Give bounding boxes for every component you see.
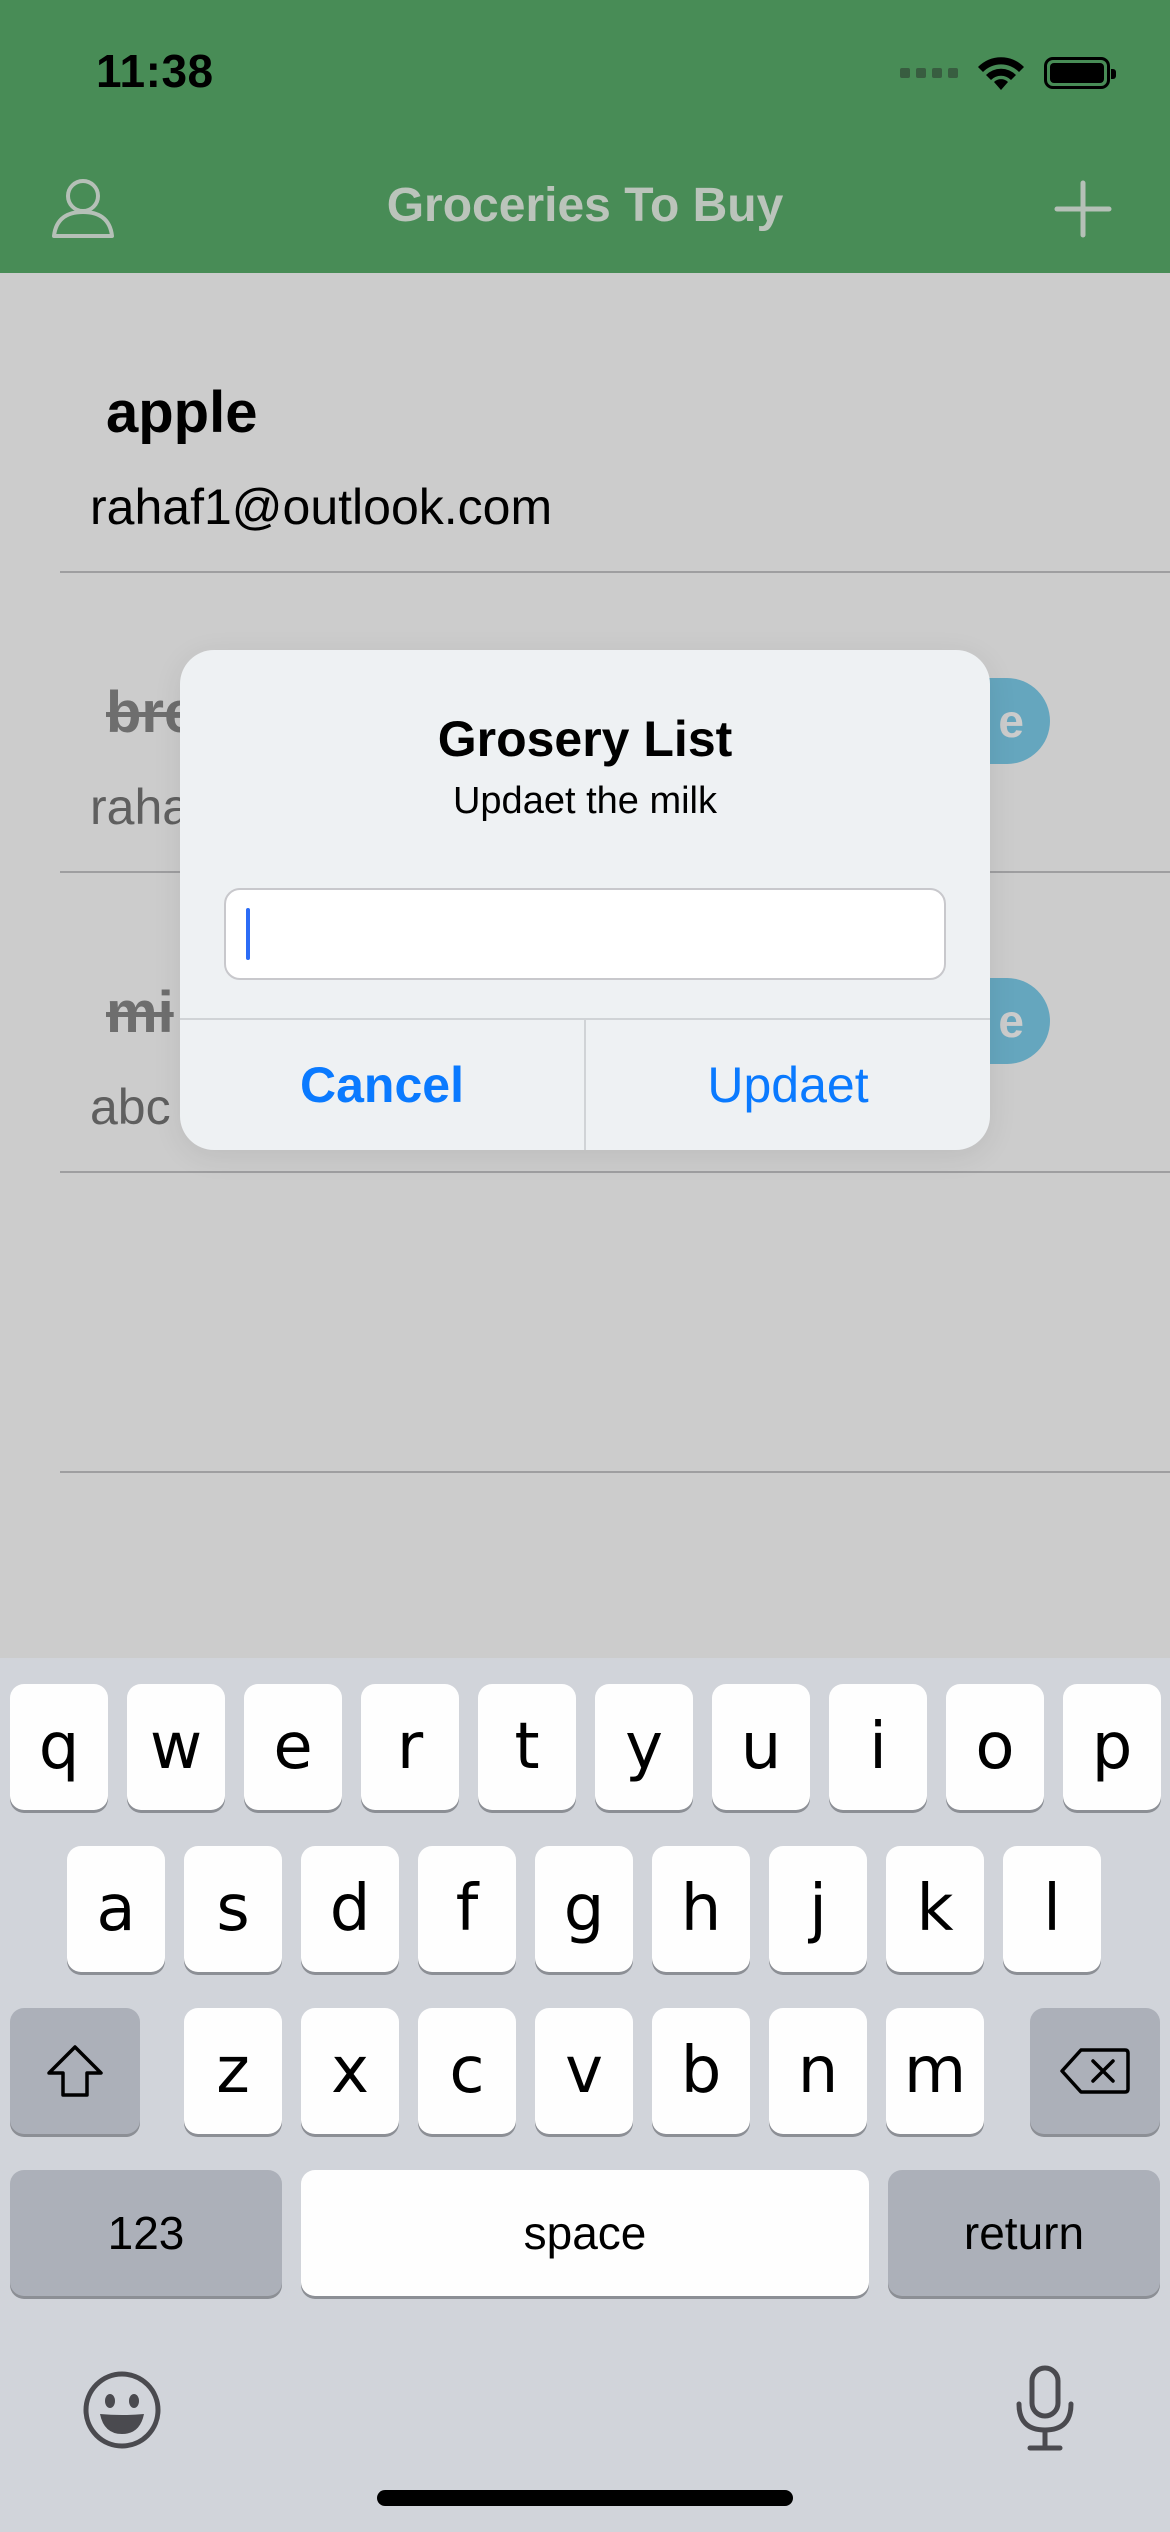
key-q[interactable]: q: [10, 1684, 108, 1810]
numbers-key[interactable]: 123: [10, 2170, 282, 2296]
key-j[interactable]: j: [769, 1846, 867, 1972]
key-d[interactable]: d: [301, 1846, 399, 1972]
delete-icon: [1060, 2048, 1130, 2094]
shift-key[interactable]: [10, 2008, 140, 2134]
key-t[interactable]: t: [478, 1684, 576, 1810]
key-k[interactable]: k: [886, 1846, 984, 1972]
emoji-icon[interactable]: [82, 2370, 162, 2450]
key-b[interactable]: b: [652, 2008, 750, 2134]
microphone-icon[interactable]: [1010, 2364, 1080, 2454]
key-o[interactable]: o: [946, 1684, 1044, 1810]
key-w[interactable]: w: [127, 1684, 225, 1810]
screen: 11:38 Groceries To Buy apple rahaf1@outl…: [0, 0, 1170, 2532]
key-r[interactable]: r: [361, 1684, 459, 1810]
key-f[interactable]: f: [418, 1846, 516, 1972]
alert-dialog: Grosery List Updaet the milk Cancel Upda…: [180, 650, 990, 1150]
delete-key[interactable]: [1030, 2008, 1160, 2134]
keyboard: q w e r t y u i o p a s d f g h j k l z …: [0, 1658, 1170, 2532]
home-indicator: [377, 2490, 793, 2506]
key-v[interactable]: v: [535, 2008, 633, 2134]
key-c[interactable]: c: [418, 2008, 516, 2134]
alert-title: Grosery List: [437, 711, 733, 767]
alert-message: Updaet the milk: [452, 780, 717, 822]
key-z[interactable]: z: [184, 2008, 282, 2134]
key-p[interactable]: p: [1063, 1684, 1161, 1810]
shift-icon: [47, 2045, 103, 2097]
key-g[interactable]: g: [535, 1846, 633, 1972]
text-cursor: [246, 908, 250, 960]
key-y[interactable]: y: [595, 1684, 693, 1810]
key-h[interactable]: h: [652, 1846, 750, 1972]
alert-text-input[interactable]: [224, 888, 946, 980]
key-e[interactable]: e: [244, 1684, 342, 1810]
return-key[interactable]: return: [888, 2170, 1160, 2296]
key-x[interactable]: x: [301, 2008, 399, 2134]
key-i[interactable]: i: [829, 1684, 927, 1810]
key-s[interactable]: s: [184, 1846, 282, 1972]
cancel-button[interactable]: Cancel: [180, 1020, 586, 1150]
key-u[interactable]: u: [712, 1684, 810, 1810]
key-a[interactable]: a: [67, 1846, 165, 1972]
space-key[interactable]: space: [301, 2170, 869, 2296]
update-button[interactable]: Updaet: [586, 1020, 990, 1150]
key-l[interactable]: l: [1003, 1846, 1101, 1972]
key-m[interactable]: m: [886, 2008, 984, 2134]
alert-actions: Cancel Updaet: [180, 1018, 990, 1150]
key-n[interactable]: n: [769, 2008, 867, 2134]
